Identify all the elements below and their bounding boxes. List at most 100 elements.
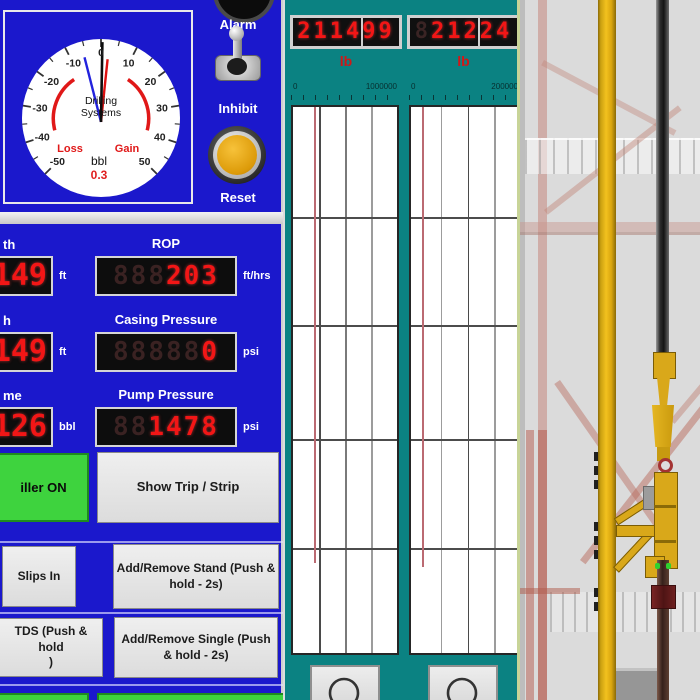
reset-label: Reset bbox=[220, 190, 256, 205]
pump-pressure-label: Pump Pressure bbox=[118, 387, 214, 402]
add-remove-single-button[interactable]: Add/Remove Single (Push & hold - 2s) bbox=[114, 617, 278, 678]
drill-pipe-upper bbox=[656, 0, 669, 356]
svg-text:-20: -20 bbox=[44, 76, 59, 88]
gripper-detail bbox=[654, 505, 676, 508]
rop-unit: ft/hrs bbox=[243, 270, 271, 282]
bit-depth-display: 149 bbox=[0, 332, 53, 372]
chart1-x-axis bbox=[291, 95, 399, 100]
indicator-light bbox=[655, 563, 660, 569]
derrick-walkway-lower bbox=[550, 592, 700, 632]
toggle-ball[interactable] bbox=[229, 26, 244, 41]
drilling-simulator-window: 0 -10 10 -20 20 -30 30 -40 40 -50 50 Dri… bbox=[0, 0, 700, 700]
wob-trace bbox=[421, 107, 424, 567]
swivel-bail bbox=[657, 377, 670, 405]
weight-on-bit-display: 821224 bbox=[407, 15, 520, 49]
wob-strip-chart bbox=[409, 105, 520, 655]
svg-text:10: 10 bbox=[123, 58, 135, 70]
weight-recorder-panel: 211499 821224 lb lb 0 1000000 0 200000 bbox=[283, 0, 522, 700]
hookload-strip-chart bbox=[291, 105, 399, 655]
pipe-gripper bbox=[654, 472, 678, 569]
inhibit-reset-button[interactable] bbox=[208, 126, 266, 184]
rail-notch bbox=[594, 466, 598, 475]
chart2-x-axis bbox=[409, 95, 520, 100]
swivel-block bbox=[653, 352, 676, 379]
hookload-trace bbox=[313, 107, 316, 563]
derrick-leg-left bbox=[526, 430, 534, 700]
show-trip-strip-button[interactable]: Show Trip / Strip bbox=[97, 452, 279, 523]
rop-display: 888203 bbox=[95, 256, 237, 296]
rail-notch bbox=[594, 550, 598, 559]
gauge-dial: 0 -10 10 -20 20 -30 30 -40 40 -50 50 Dri… bbox=[22, 39, 180, 197]
rop-label: ROP bbox=[151, 236, 181, 251]
rail-notch bbox=[594, 522, 598, 531]
rail-notch bbox=[594, 602, 598, 611]
guide-rail bbox=[598, 0, 616, 700]
inhibit-label: Inhibit bbox=[218, 101, 258, 116]
swivel-ring bbox=[658, 458, 673, 473]
bottom-green-button-1[interactable] bbox=[0, 693, 89, 700]
rail-notch bbox=[594, 588, 598, 597]
volume-display: 126 bbox=[0, 407, 53, 447]
svg-text:40: 40 bbox=[154, 131, 166, 143]
svg-text:50: 50 bbox=[139, 156, 151, 168]
gauge-title-line2: Systems bbox=[81, 107, 121, 119]
casing-pressure-display: 888880 bbox=[95, 332, 237, 372]
gauge-loss-label: Loss bbox=[57, 143, 83, 155]
rig-3d-view bbox=[520, 0, 700, 700]
volume-label-cut: me bbox=[3, 388, 22, 403]
depth-display: 149 bbox=[0, 256, 53, 296]
gauge-unit: bbl bbox=[91, 154, 107, 168]
depth-label-cut: th bbox=[3, 237, 16, 252]
magnifier-icon bbox=[446, 677, 478, 700]
svg-text:-10: -10 bbox=[66, 58, 81, 70]
hookload-unit: lb bbox=[339, 53, 353, 69]
display-split-line bbox=[360, 18, 363, 46]
pipe-collar bbox=[651, 585, 676, 609]
gauge-value: 0.3 bbox=[91, 168, 108, 182]
slips-in-button[interactable]: Slips In bbox=[2, 546, 76, 607]
chart1-zoom-button[interactable] bbox=[310, 665, 380, 700]
rail-notch bbox=[594, 480, 598, 489]
derrick-leg-lower bbox=[538, 430, 547, 700]
mud-gain-loss-gauge: 0 -10 10 -20 20 -30 30 -40 40 -50 50 Dri… bbox=[3, 10, 193, 204]
chart1-scale-max: 1000000 bbox=[365, 82, 397, 91]
indicator-light bbox=[666, 563, 671, 569]
gauge-tick-0: 0 bbox=[98, 47, 104, 59]
toggle-base-hole bbox=[227, 58, 247, 75]
tds-button[interactable]: TDS (Push & hold ) bbox=[0, 618, 103, 677]
pump-pressure-unit: psi bbox=[243, 421, 259, 433]
equipment-box bbox=[610, 668, 658, 700]
pump-pressure-display: 881478 bbox=[95, 407, 237, 447]
volume-unit: bbl bbox=[59, 421, 76, 433]
derrick-rail bbox=[520, 588, 580, 594]
gauge-title-line1: Drilling bbox=[85, 95, 117, 107]
scene-edge bbox=[520, 0, 525, 700]
weight-on-bit-unit: lb bbox=[457, 53, 470, 69]
display-split-line bbox=[478, 18, 481, 46]
hookload-display: 211499 bbox=[290, 15, 402, 49]
button-core bbox=[217, 135, 257, 175]
svg-text:-30: -30 bbox=[32, 103, 47, 115]
magnifier-icon bbox=[328, 677, 360, 700]
depth-unit: ft bbox=[59, 270, 67, 282]
rail-notch bbox=[594, 536, 598, 545]
bit-depth-label-cut: h bbox=[3, 313, 11, 328]
chart2-zoom-button[interactable] bbox=[428, 665, 498, 700]
svg-text:20: 20 bbox=[145, 76, 157, 88]
panel-divider bbox=[0, 212, 283, 224]
control-panel: 0 -10 10 -20 20 -30 30 -40 40 -50 50 Dri… bbox=[0, 0, 287, 700]
svg-text:-40: -40 bbox=[35, 131, 50, 143]
bottom-green-button-2[interactable] bbox=[97, 693, 287, 700]
gripper-detail bbox=[654, 540, 676, 543]
driller-on-button[interactable]: iller ON bbox=[0, 453, 89, 522]
casing-pressure-unit: psi bbox=[243, 346, 259, 358]
add-remove-stand-button[interactable]: Add/Remove Stand (Push & hold - 2s) bbox=[113, 544, 279, 609]
chart2-scale-max: 200000 bbox=[491, 82, 518, 91]
drill-pipe-lower bbox=[657, 560, 669, 700]
svg-text:-50: -50 bbox=[50, 156, 65, 168]
swivel-body bbox=[651, 405, 675, 447]
bit-depth-unit: ft bbox=[59, 346, 67, 358]
rail-notch bbox=[594, 452, 598, 461]
casing-pressure-label: Casing Pressure bbox=[114, 312, 218, 327]
svg-text:30: 30 bbox=[156, 103, 168, 115]
